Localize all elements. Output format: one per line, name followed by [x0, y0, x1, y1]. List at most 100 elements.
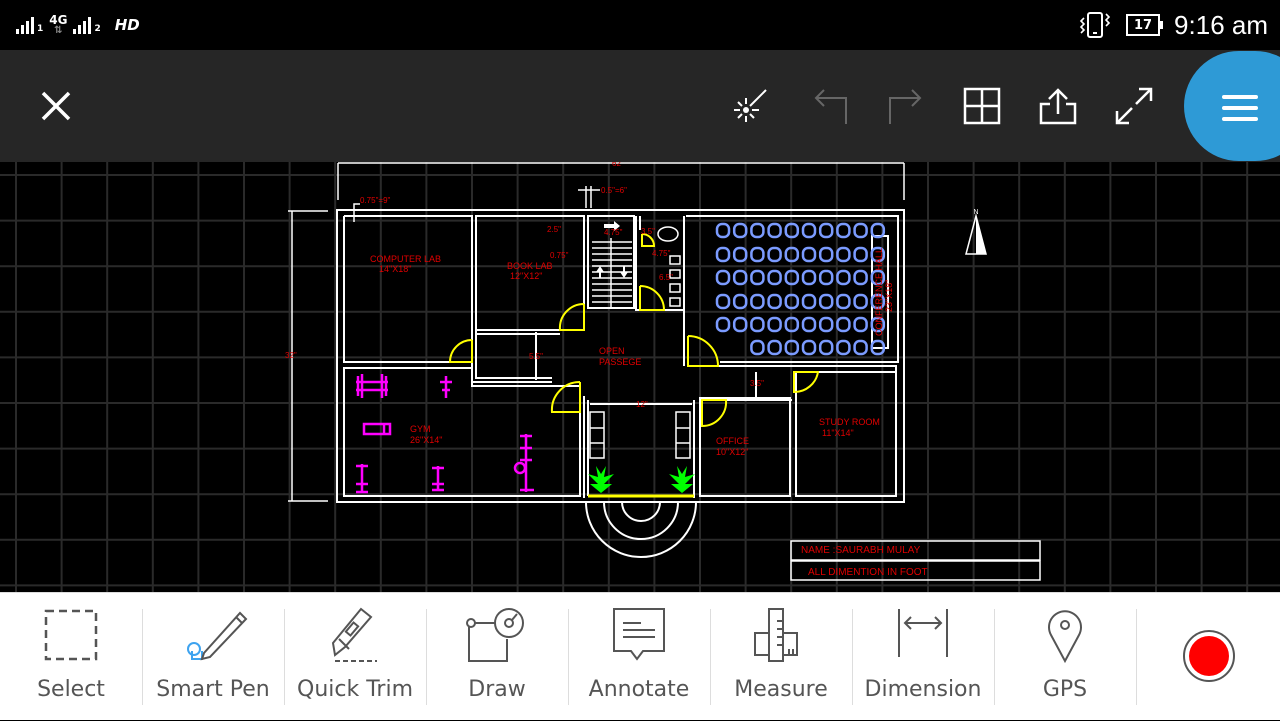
stove-fixtures	[589, 411, 691, 459]
bottom-toolbar: Select Smart Pen Quick Trim Draw Annotat…	[0, 592, 1280, 720]
battery-icon: 17	[1126, 14, 1164, 36]
grid-layout-icon	[963, 87, 1001, 125]
dim-3-5: 3.5"	[641, 227, 655, 236]
room-size-book-lab: 12"X12"	[510, 271, 542, 281]
dim-passage: 5.5"	[529, 352, 543, 361]
conference-chair	[836, 222, 851, 239]
conference-chair	[767, 316, 782, 333]
signal-strength-sim2-icon: 2	[73, 16, 101, 34]
tool-quick-trim[interactable]: Quick Trim	[284, 593, 426, 721]
room-name-conference-hall: CONFERENCE HALL	[874, 248, 884, 336]
conference-chair	[732, 246, 748, 263]
tool-draw-label: Draw	[468, 677, 526, 702]
layout-button[interactable]	[960, 84, 1004, 128]
conference-chair	[818, 339, 834, 356]
conference-chair	[818, 316, 834, 333]
tool-dimension-label: Dimension	[864, 677, 982, 702]
room-name-gym: GYM	[410, 424, 431, 434]
room-size-study-room: 11"X14"	[822, 428, 854, 438]
dim-office-gap: 3.5"	[750, 379, 764, 388]
share-button[interactable]	[1036, 84, 1080, 128]
conference-chair	[750, 222, 765, 239]
room-name-book-lab: BOOK LAB	[507, 261, 553, 271]
conference-chair	[750, 339, 765, 356]
conference-chair	[750, 316, 765, 333]
undo-button[interactable]	[808, 84, 852, 128]
conference-chair	[767, 339, 782, 356]
tool-gps[interactable]: GPS	[994, 593, 1136, 721]
snap-icon	[734, 89, 767, 122]
title-block-units: ALL DIMENTION IN FOOT	[808, 567, 928, 578]
conference-chair	[750, 269, 765, 286]
conference-chairs	[715, 222, 886, 356]
toolbar-divider	[1136, 609, 1137, 705]
vibrate-icon	[1079, 12, 1111, 38]
redo-button[interactable]	[884, 84, 928, 128]
conference-chair	[818, 293, 834, 310]
fullscreen-button[interactable]	[1112, 84, 1156, 128]
conference-chair	[836, 293, 851, 310]
network-type: 4G ⇅	[49, 14, 67, 36]
close-button[interactable]	[34, 84, 78, 128]
conference-chair	[801, 316, 817, 333]
conference-chair	[853, 293, 868, 310]
tool-quick-trim-label: Quick Trim	[297, 677, 413, 702]
conference-chair	[750, 293, 765, 310]
dim-0-75: 0.75"	[550, 251, 569, 260]
room-name-office: OFFICE	[716, 436, 749, 446]
room-name-study-room: STUDY ROOM	[819, 417, 880, 427]
tool-select-label: Select	[37, 677, 105, 702]
conference-chair	[715, 293, 731, 310]
conference-chair	[836, 316, 851, 333]
dimension-icon	[898, 609, 948, 657]
share-icon	[1039, 88, 1077, 125]
tool-select[interactable]: Select	[0, 593, 142, 721]
conference-chair	[732, 293, 748, 310]
drawing-canvas[interactable]: N COMPUTER LAB 14"X18" BOOK LAB 12"X12" …	[0, 162, 1280, 592]
undo-icon	[814, 89, 847, 124]
room-size-computer-lab: 14"X18"	[379, 264, 411, 274]
dim-wall-thickness: 0.75"=9"	[360, 196, 391, 205]
conference-chair	[853, 316, 868, 333]
menu-button[interactable]	[1184, 51, 1280, 161]
conference-chair	[818, 269, 834, 286]
snap-button[interactable]	[730, 84, 774, 128]
quick-trim-icon	[331, 607, 377, 662]
conference-chair	[836, 339, 851, 356]
tool-dimension[interactable]: Dimension	[852, 593, 994, 721]
conference-chair	[715, 222, 731, 239]
conference-chair	[750, 246, 765, 263]
tool-annotate[interactable]: Annotate	[568, 593, 710, 721]
conference-chair	[801, 339, 817, 356]
dim-left-overall: 32"	[285, 351, 297, 360]
conference-chair	[715, 246, 731, 263]
conference-chair	[853, 246, 868, 263]
tool-gps-label: GPS	[1042, 677, 1088, 702]
clock: 9:16 am	[1174, 9, 1268, 40]
draw-icon	[466, 608, 524, 662]
tool-measure-label: Measure	[734, 677, 828, 702]
gym-equipment	[356, 374, 534, 494]
conference-chair	[715, 316, 731, 333]
tool-smart-pen-label: Smart Pen	[156, 677, 270, 702]
tool-smart-pen[interactable]: Smart Pen	[142, 593, 284, 721]
conference-chair	[836, 246, 851, 263]
tool-measure[interactable]: Measure	[710, 593, 852, 721]
floor-plan-drawing[interactable]: N COMPUTER LAB 14"X18" BOOK LAB 12"X12" …	[0, 162, 1280, 592]
record-button[interactable]	[1183, 630, 1235, 682]
room-size-gym: 26"X14"	[410, 435, 442, 445]
redo-icon	[889, 89, 922, 124]
conference-chair	[732, 316, 748, 333]
room-name-computer-lab: COMPUTER LAB	[370, 254, 441, 264]
room-name-open-passage-line1: OPEN	[599, 346, 625, 356]
tool-draw[interactable]: Draw	[426, 593, 568, 721]
battery-level: 17	[1134, 17, 1153, 33]
conference-chair	[836, 269, 851, 286]
compass-label: N	[973, 209, 978, 216]
smart-pen-icon	[187, 611, 248, 661]
room-size-office: 10"X12"	[716, 447, 748, 457]
status-bar: 1 4G ⇅ 2 HD 17 9:16 am	[0, 0, 1280, 50]
measure-icon	[754, 608, 798, 662]
conference-chair	[801, 222, 817, 239]
sim1-label: 1	[37, 24, 44, 34]
